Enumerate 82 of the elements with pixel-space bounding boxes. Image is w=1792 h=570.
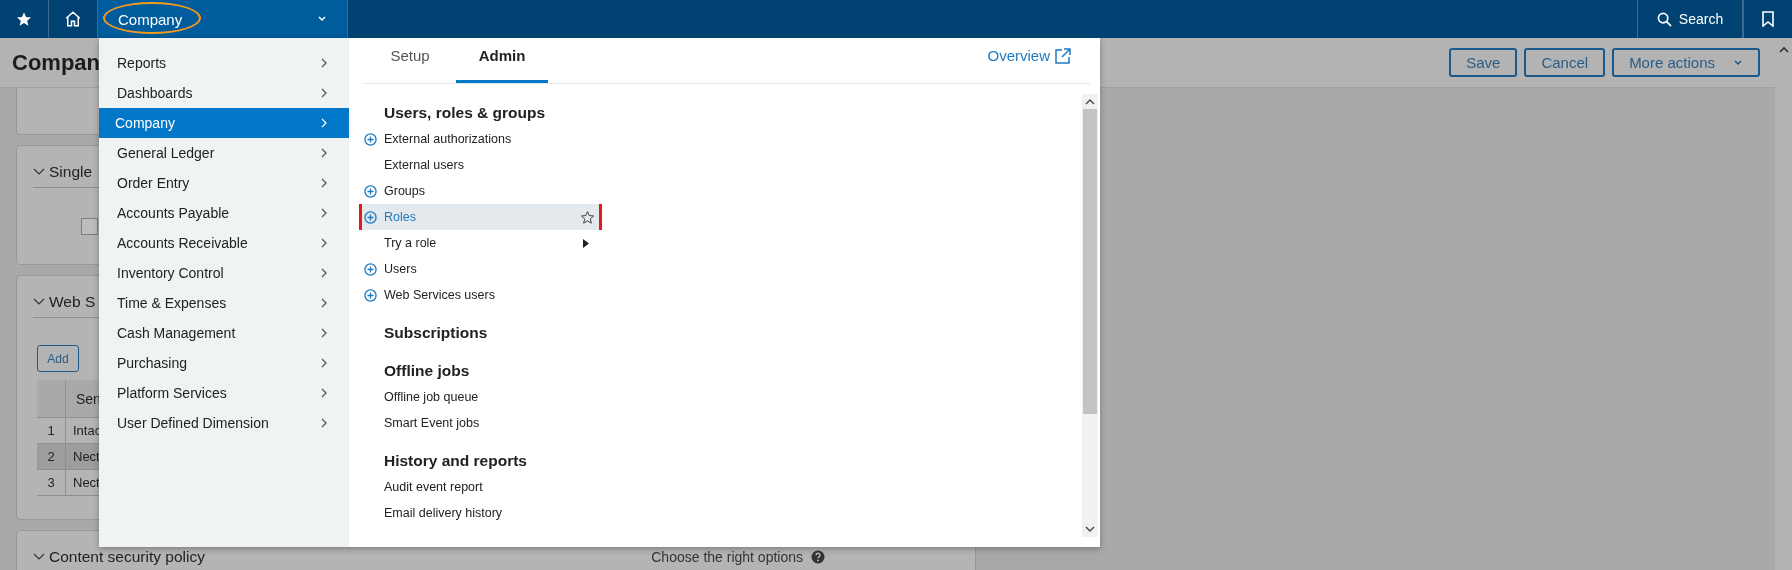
menu-item[interactable]: Time & Expenses (99, 288, 349, 318)
chevron-right-icon (321, 58, 327, 68)
menu-item[interactable]: Reports (99, 48, 349, 78)
menu-link[interactable]: Web Services users (362, 285, 599, 305)
add-button[interactable]: Add (37, 345, 79, 372)
chevron-down-icon[interactable] (33, 167, 45, 176)
section-title: Web S (49, 292, 96, 311)
tab[interactable]: Setup (364, 47, 456, 83)
group-heading: Subscriptions (383, 323, 489, 343)
row-number: 1 (37, 418, 66, 443)
chevron-right-icon (321, 238, 327, 248)
overview-link[interactable]: Overview (987, 47, 1072, 83)
menu-item[interactable]: Inventory Control (99, 258, 349, 288)
section-title: Single (49, 162, 93, 181)
scroll-down-icon[interactable] (1085, 526, 1095, 533)
hint-text: Choose the right options (651, 548, 803, 565)
menu-item[interactable]: General Ledger (99, 138, 349, 168)
tab[interactable]: Admin (456, 47, 548, 83)
add-icon[interactable] (364, 184, 377, 198)
add-icon[interactable] (364, 210, 377, 224)
module-dropdown[interactable]: Company (98, 0, 348, 38)
scrollbar[interactable] (1082, 94, 1098, 537)
external-link-icon (1054, 47, 1072, 65)
chevron-right-icon (321, 148, 327, 158)
section-title: Content security policy (49, 547, 205, 566)
chevron-right-icon (321, 298, 327, 308)
star-outline-icon[interactable] (580, 209, 595, 225)
bookmark-icon (1762, 11, 1774, 27)
help-icon[interactable] (811, 549, 825, 564)
group-heading: Users, roles & groups (383, 103, 547, 123)
chevron-right-icon (321, 358, 327, 368)
menu-item[interactable]: Platform Services (99, 378, 349, 408)
scroll-up-icon[interactable] (1085, 98, 1095, 105)
add-icon[interactable] (364, 132, 377, 146)
chevron-down-icon[interactable] (33, 297, 45, 306)
menu-link[interactable]: Groups (362, 181, 599, 201)
menu-item[interactable]: Accounts Payable (99, 198, 349, 228)
chevron-right-icon (321, 118, 327, 128)
menu-item[interactable]: Order Entry (99, 168, 349, 198)
menu-item[interactable]: Purchasing (99, 348, 349, 378)
caret-icon (1733, 58, 1743, 67)
menu-item[interactable]: User Defined Dimension (99, 408, 349, 438)
page-title: Compan (12, 49, 100, 76)
menu-link[interactable]: Users (362, 259, 599, 279)
table-cell-text: Nect (72, 448, 100, 466)
triangle-right-icon[interactable] (583, 238, 589, 248)
chevron-right-icon (321, 418, 327, 428)
group-heading: Offline jobs (383, 361, 471, 381)
chevron-down-icon (317, 15, 327, 23)
menu-link[interactable]: External users (362, 155, 599, 175)
menu-link[interactable]: Try a role (362, 233, 599, 253)
menu-item[interactable]: Accounts Receivable (99, 228, 349, 258)
chevron-right-icon (321, 208, 327, 218)
table-cell-text: Nect (72, 474, 100, 492)
search-icon (1656, 11, 1672, 27)
row-number: 3 (37, 470, 66, 495)
add-icon[interactable] (364, 262, 377, 276)
action-button[interactable]: More actions (1612, 48, 1760, 77)
menu-item[interactable]: Dashboards (99, 78, 349, 108)
menu-link[interactable]: External authorizations (362, 129, 599, 149)
menu-link[interactable]: Offline job queue (362, 387, 599, 407)
add-icon[interactable] (364, 288, 377, 302)
chevron-down-icon[interactable] (33, 552, 45, 561)
scroll-thumb[interactable] (1083, 109, 1097, 414)
menu-link[interactable]: Audit event report (362, 477, 599, 497)
star-icon (16, 11, 32, 27)
menu-item[interactable]: Company (99, 108, 349, 138)
chevron-right-icon (321, 328, 327, 338)
chevron-right-icon (321, 178, 327, 188)
menu-link[interactable]: Smart Event jobs (362, 413, 599, 433)
chevron-right-icon (321, 388, 327, 398)
chevron-right-icon (321, 88, 327, 98)
scroll-up-icon[interactable] (1778, 46, 1789, 54)
group-heading: History and reports (383, 451, 528, 471)
menu-link[interactable]: Email delivery history (362, 503, 599, 523)
scrollbar[interactable] (1775, 38, 1792, 570)
menu-item[interactable]: Cash Management (99, 318, 349, 348)
row-number: 2 (37, 444, 66, 469)
home-icon (64, 10, 82, 28)
checkbox[interactable] (81, 218, 98, 235)
chevron-right-icon (321, 268, 327, 278)
menu-link[interactable]: Roles (362, 204, 599, 230)
